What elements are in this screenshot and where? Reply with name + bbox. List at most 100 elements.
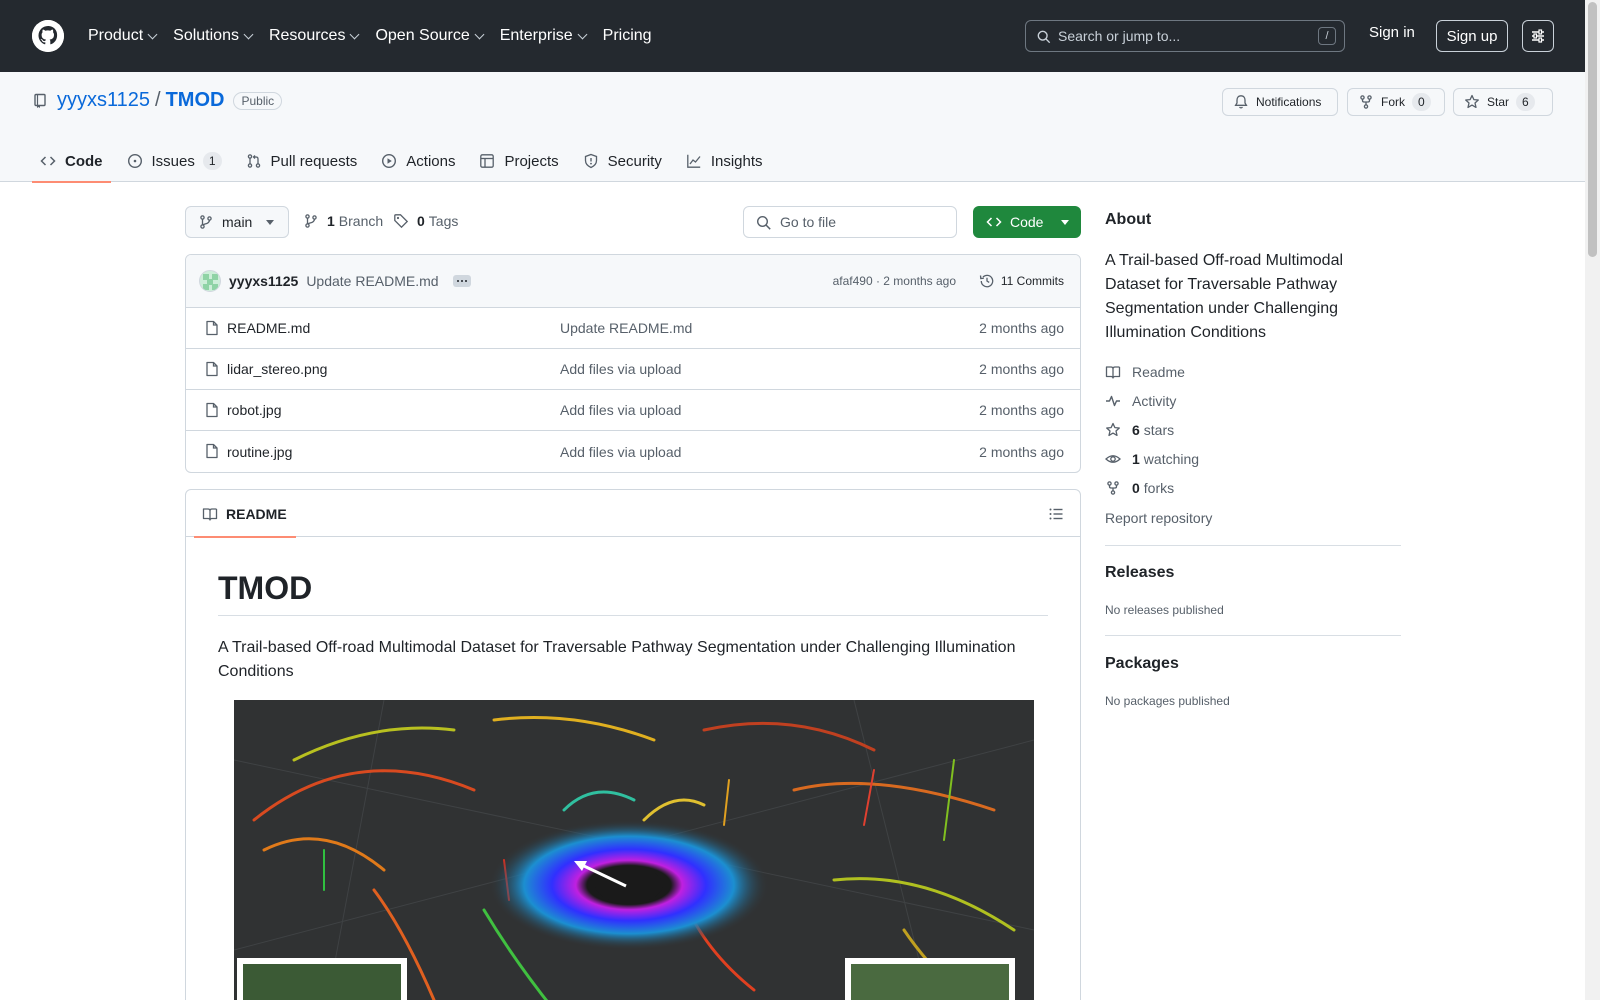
file-commit-date: 2 months ago <box>979 402 1064 418</box>
file-commit-message-link[interactable]: Add files via upload <box>560 402 681 418</box>
repo-separator: / <box>155 89 161 111</box>
lidar-pointcloud-graphic <box>234 700 1034 1000</box>
repo-owner-link[interactable]: yyyxs1125 <box>57 89 150 112</box>
tab-pull-requests-label: Pull requests <box>270 152 358 170</box>
commit-author-link[interactable]: yyyxs1125 <box>229 273 298 289</box>
readme-tab-label: README <box>226 505 287 522</box>
github-logo-icon[interactable] <box>32 20 64 52</box>
nav-product[interactable]: Product <box>88 27 158 45</box>
nav-enterprise[interactable]: Enterprise <box>499 27 588 45</box>
fork-count: 0 <box>1412 93 1431 111</box>
go-to-file-input[interactable]: Go to file <box>743 206 957 238</box>
tab-security[interactable]: Security <box>575 140 670 182</box>
commit-hash-time[interactable]: afaf490 · 2 months ago <box>833 274 956 288</box>
readme-link[interactable]: Readme <box>1105 364 1185 380</box>
tag-icon <box>394 214 409 229</box>
file-name-link[interactable]: README.md <box>227 320 310 336</box>
global-nav: Product Solutions Resources Open Source … <box>88 27 669 45</box>
file-row: robot.jpg Add files via upload 2 months … <box>186 390 1080 431</box>
file-commit-date: 2 months ago <box>979 443 1064 460</box>
notifications-button[interactable]: Notifications <box>1222 88 1338 116</box>
tab-issues-label: Issues <box>151 152 195 170</box>
tab-issues[interactable]: Issues 1 <box>119 140 230 182</box>
stars-count: 6 <box>1132 422 1140 438</box>
tag-count: 0 <box>417 213 425 229</box>
fork-button[interactable]: Fork 0 <box>1347 88 1445 116</box>
fork-icon <box>1107 481 1119 495</box>
file-name-link[interactable]: routine.jpg <box>227 444 292 460</box>
chevron-down-icon <box>147 29 158 39</box>
tab-actions[interactable]: Actions <box>373 140 463 182</box>
global-search-input[interactable]: Search or jump to... / <box>1025 20 1345 52</box>
nav-enterprise-label: Enterprise <box>499 27 573 44</box>
latest-commit-row: yyyxs1125 Update README.md afaf490 · 2 m… <box>186 255 1080 308</box>
tab-pull-requests[interactable]: Pull requests <box>238 140 366 182</box>
activity-link[interactable]: Activity <box>1105 393 1176 409</box>
code-dropdown-button[interactable]: Code <box>973 206 1081 238</box>
chevron-down-icon <box>577 29 588 39</box>
file-commit-message-link[interactable]: Update README.md <box>560 320 692 336</box>
commits-count-label: 11 Commits <box>1000 274 1064 288</box>
releases-empty-text: No releases published <box>1105 603 1224 617</box>
chevron-down-icon <box>243 29 254 39</box>
tab-code-label: Code <box>65 152 103 170</box>
commit-details-toggle[interactable] <box>452 275 471 287</box>
caret-down-icon <box>1061 220 1069 225</box>
nav-open-source[interactable]: Open Source <box>375 27 485 45</box>
tab-projects[interactable]: Projects <box>471 140 566 182</box>
search-shortcut-key: / <box>1318 27 1336 45</box>
stars-label: stars <box>1143 422 1175 438</box>
stars-link[interactable]: 6 stars <box>1105 422 1174 438</box>
search-placeholder: Search or jump to... <box>1058 28 1181 44</box>
branch-icon <box>305 214 317 228</box>
chevron-down-icon <box>474 29 485 39</box>
tab-insights[interactable]: Insights <box>678 140 771 182</box>
book-icon <box>1105 366 1121 379</box>
nav-resources[interactable]: Resources <box>269 27 360 45</box>
branch-selector[interactable]: main <box>185 206 289 238</box>
file-name-link[interactable]: robot.jpg <box>227 402 281 418</box>
chevron-down-icon <box>350 29 360 39</box>
shield-icon <box>584 153 597 169</box>
branch-label: Branch <box>338 213 384 229</box>
star-button[interactable]: Star 6 <box>1453 88 1553 116</box>
about-heading: About <box>1105 211 1152 228</box>
file-commit-date: 2 months ago <box>979 320 1064 336</box>
go-to-file-placeholder: Go to file <box>780 214 837 230</box>
nav-solutions[interactable]: Solutions <box>173 27 254 45</box>
avatar[interactable] <box>199 270 221 292</box>
sign-up-button[interactable]: Sign up <box>1436 20 1508 52</box>
sign-in-link[interactable]: Sign in <box>1369 24 1415 41</box>
commit-message-link[interactable]: Update README.md <box>306 273 438 289</box>
file-commit-message-link[interactable]: Add files via upload <box>560 444 681 460</box>
forks-link[interactable]: 0 forks <box>1105 480 1174 496</box>
report-repository-link[interactable]: Report repository <box>1105 510 1212 526</box>
branches-link[interactable]: 1 Branch <box>303 213 383 229</box>
commits-history-link[interactable]: 11 Commits <box>979 273 1064 289</box>
file-name-link[interactable]: lidar_stereo.png <box>227 361 327 377</box>
nav-pricing[interactable]: Pricing <box>603 27 652 45</box>
tab-code[interactable]: Code <box>32 140 111 183</box>
file-row: routine.jpg Add files via upload 2 month… <box>186 431 1080 472</box>
nav-pricing-label: Pricing <box>602 27 652 44</box>
releases-heading[interactable]: Releases <box>1105 564 1174 582</box>
file-table: yyyxs1125 Update README.md afaf490 · 2 m… <box>185 254 1081 473</box>
menu-button[interactable] <box>1522 20 1554 52</box>
repo-name-link[interactable]: TMOD <box>166 89 225 112</box>
watchers-link[interactable]: 1 watching <box>1105 451 1199 467</box>
code-icon <box>40 156 56 166</box>
nav-product-label: Product <box>88 27 144 44</box>
code-button-label: Code <box>1010 214 1044 230</box>
outline-list-icon[interactable] <box>1048 506 1064 522</box>
branch-count: 1 <box>327 213 335 229</box>
notifications-label: Notifications <box>1256 95 1322 109</box>
file-commit-message-link[interactable]: Add files via upload <box>560 361 681 377</box>
repo-tabs: Code Issues 1 Pull requests Actions Proj… <box>32 140 779 183</box>
nav-open-source-label: Open Source <box>375 27 470 44</box>
readme-tab[interactable]: README <box>194 490 296 538</box>
packages-heading[interactable]: Packages <box>1105 655 1179 673</box>
issues-count: 1 <box>202 152 222 170</box>
page-scrollbar-thumb[interactable] <box>1588 2 1597 257</box>
tags-link[interactable]: 0 Tags <box>393 213 458 229</box>
eye-icon <box>1105 455 1121 463</box>
